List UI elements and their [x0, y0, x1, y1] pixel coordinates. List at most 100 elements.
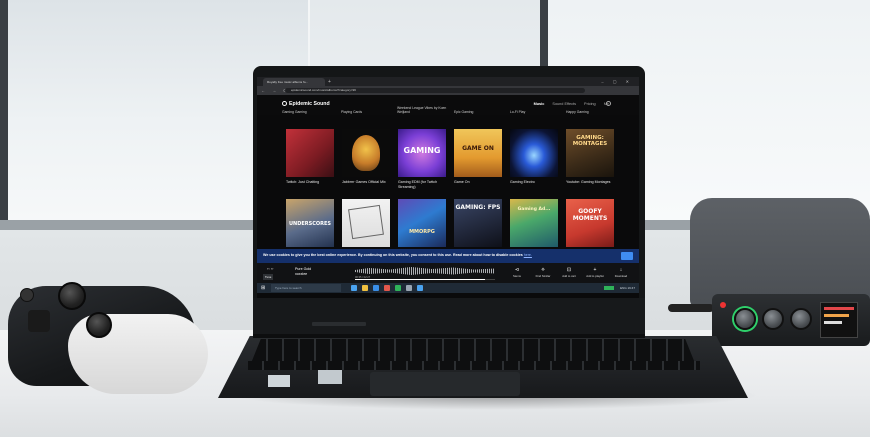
- app-icon[interactable]: [384, 285, 390, 291]
- laptop-brand-plate: [312, 322, 366, 326]
- album-cover-twitch-just-chatting[interactable]: [286, 129, 334, 177]
- app-icon[interactable]: [395, 285, 401, 291]
- music-player-bar: ‹‹ ›› Tune Pure Gold xoxxlee 00:35 / 02:…: [257, 263, 639, 283]
- recorder-level-display: [820, 302, 858, 338]
- recorder-led: [720, 302, 726, 308]
- plus-icon: +: [593, 267, 597, 273]
- recorder-knob-2: [762, 308, 784, 330]
- track-actions: ⊲ Stems ⟡ Find Similar ⊡ Add to cart + Add t…: [507, 266, 631, 278]
- app-icon[interactable]: [373, 285, 379, 291]
- app-icon[interactable]: [417, 285, 423, 291]
- album-title[interactable]: Jabbrrrr Games Official Mix: [342, 180, 398, 185]
- recorder-knob-1: [734, 308, 756, 330]
- taskbar-search[interactable]: Type here to search: [271, 284, 341, 292]
- app-icon[interactable]: [406, 285, 412, 291]
- controller-left-stick: [58, 282, 86, 310]
- album-caption[interactable]: Lo-Fi Play: [510, 110, 525, 114]
- now-playing: Pure Gold xoxxlee: [295, 267, 311, 276]
- grey-sofa: [690, 198, 870, 308]
- download-icon: ↓: [619, 267, 623, 273]
- game-controller: [8, 276, 208, 396]
- browser-tab[interactable]: Royalty free music albums fo...: [263, 78, 325, 86]
- cookie-banner: We use cookies to give you the best onli…: [257, 249, 639, 263]
- playback-progress-fill: [355, 279, 486, 280]
- stems-button[interactable]: ⊲ Stems: [507, 266, 527, 278]
- controller-right-stick: [86, 312, 112, 338]
- menu-item-sound-effects[interactable]: Sound Effects: [552, 102, 576, 106]
- cart-icon: ⊡: [566, 267, 572, 273]
- player-skip-controls[interactable]: ‹‹ ››: [267, 266, 273, 271]
- tray-indicator: [604, 286, 615, 291]
- cookie-message: We use cookies to give you the best onli…: [263, 253, 532, 257]
- playback-progress[interactable]: [355, 279, 495, 280]
- add-to-playlist-button[interactable]: + Add to playlist: [585, 266, 605, 278]
- recorder-knob-3: [790, 308, 812, 330]
- site-logo[interactable]: Epidemic Sound: [282, 101, 330, 107]
- windows-start-icon[interactable]: ⊞: [261, 285, 265, 291]
- taskbar-apps: [351, 285, 423, 291]
- track-artist[interactable]: xoxxlee: [295, 272, 311, 277]
- add-to-cart-button[interactable]: ⊡ Add to cart: [559, 266, 579, 278]
- browser-toolbar: ← → ⟳ epidemicsound.com/music/albums/?ca…: [257, 86, 639, 95]
- laptop-keyboard-row: [248, 361, 700, 370]
- browser-tab-bar: Royalty free music albums fo... + – ▢ ✕: [257, 77, 639, 86]
- album-cover-gaming-montages[interactable]: GAMING: MONTAGES: [566, 129, 614, 177]
- download-button[interactable]: ↓ Download: [611, 266, 631, 278]
- room-scene: Royalty free music albums fo... + – ▢ ✕ …: [0, 0, 870, 437]
- address-bar[interactable]: epidemicsound.com/music/albums/?category…: [285, 88, 585, 93]
- menu-item-pricing[interactable]: Pricing: [584, 102, 596, 106]
- window-frame-left: [0, 0, 8, 230]
- recorder-cable: [668, 304, 714, 312]
- app-icon[interactable]: [351, 285, 357, 291]
- album-cover-underscores[interactable]: UNDERSCORES: [286, 199, 334, 247]
- folder-icon[interactable]: [362, 285, 368, 291]
- album-title[interactable]: Game On: [454, 180, 510, 185]
- menu-item-music[interactable]: Music: [534, 102, 545, 106]
- controller-x-button: [20, 288, 34, 302]
- laptop-sticker: [268, 375, 290, 387]
- site-menu: Music Sound Effects Pricing Me: [527, 102, 609, 106]
- controller-dpad: [28, 310, 50, 332]
- laptop-bezel: [253, 298, 645, 336]
- album-cover-gaming-adventure[interactable]: Gaming Ad...: [510, 199, 558, 247]
- logo-icon: [282, 101, 287, 106]
- album-title[interactable]: Youtube: Gaming Montages: [566, 180, 622, 185]
- laptop-sticker: [318, 370, 342, 384]
- album-caption[interactable]: Epic Gaming: [454, 110, 473, 114]
- system-tray: ENG 19:47: [604, 284, 635, 292]
- laptop-screen: Royalty free music albums fo... + – ▢ ✕ …: [257, 77, 639, 298]
- album-caption[interactable]: Gaming Gaming: [282, 110, 307, 114]
- album-cover-mmorpg[interactable]: MMORPG: [398, 199, 446, 247]
- stems-icon: ⊲: [514, 267, 520, 273]
- album-cover-gaming-edm[interactable]: GAMING: [398, 129, 446, 177]
- album-cover-goofy-moments[interactable]: GOOFY MOMENTS: [566, 199, 614, 247]
- album-title[interactable]: Gaming Electro: [510, 180, 566, 185]
- album-caption[interactable]: Weekend League Vibes by Koen Weijland: [397, 106, 451, 114]
- cookie-accept-button[interactable]: [621, 252, 633, 260]
- album-caption[interactable]: Playing Cards: [341, 110, 362, 114]
- laptop-touchpad: [370, 372, 520, 396]
- album-cover-gaming-fps[interactable]: GAMING: FPS: [454, 199, 502, 247]
- player-tag: Tune: [263, 274, 274, 280]
- search-icon[interactable]: [606, 101, 611, 106]
- window-controls[interactable]: – ▢ ✕: [601, 77, 633, 86]
- tray-clock[interactable]: ENG 19:47: [620, 286, 635, 290]
- new-tab-button[interactable]: +: [328, 78, 331, 86]
- album-title[interactable]: Twitch: Just Chatting: [286, 180, 342, 185]
- album-cover-gaming-electro[interactable]: [510, 129, 558, 177]
- similar-icon: ⟡: [541, 267, 545, 273]
- track-title[interactable]: Pure Gold: [295, 267, 311, 272]
- windows-taskbar: ⊞ Type here to search ENG 19:47: [257, 283, 639, 293]
- album-cover-jabbrrrr[interactable]: [342, 129, 390, 177]
- album-cover-sketch[interactable]: [342, 199, 390, 247]
- laptop-hinge: [253, 334, 645, 338]
- waveform[interactable]: [355, 267, 495, 275]
- laptop-keyboard: [252, 339, 694, 361]
- audio-recorder: [712, 294, 870, 346]
- album-title[interactable]: Gaming EDM (for Twitch Streaming): [398, 180, 454, 189]
- find-similar-button[interactable]: ⟡ Find Similar: [533, 266, 553, 278]
- cookie-policy-link[interactable]: here.: [524, 253, 532, 257]
- previous-row-captions: Gaming Gaming Playing Cards Weekend Leag…: [282, 106, 622, 118]
- album-caption[interactable]: Happy Gaming: [566, 110, 589, 114]
- album-cover-game-on[interactable]: GAME ON: [454, 129, 502, 177]
